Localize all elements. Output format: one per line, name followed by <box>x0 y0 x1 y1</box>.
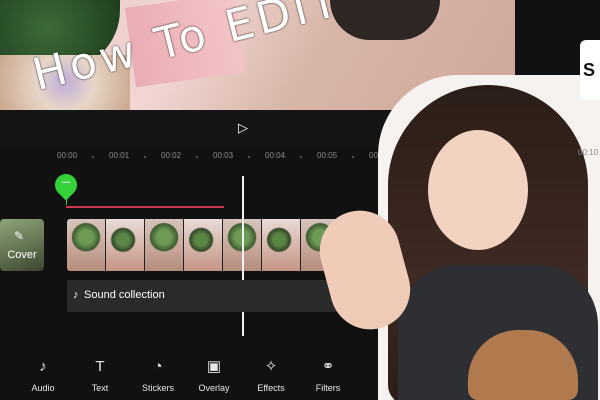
tool-effects[interactable]: ✧ Effects <box>246 357 296 393</box>
clip-frame <box>262 219 301 271</box>
tool-label: Overlay <box>198 383 230 393</box>
play-icon[interactable]: ▷ <box>235 120 251 136</box>
tick-5: 00:05 <box>317 151 338 160</box>
soil-pot-image <box>330 0 440 40</box>
clip-frame <box>106 219 145 271</box>
tick-4: 00:04 <box>265 151 286 160</box>
tick-dot <box>92 156 94 158</box>
clip-frame <box>184 219 223 271</box>
logo-glyph: S <box>583 60 596 80</box>
tool-text[interactable]: T Text <box>75 357 125 393</box>
audio-waveform-line[interactable] <box>66 206 224 208</box>
filters-icon: ⚭ <box>321 358 335 375</box>
clip-frame <box>67 219 106 271</box>
tick-dot <box>352 156 354 158</box>
music-note-icon: ♪ <box>39 358 47 375</box>
marker-stem <box>66 195 67 205</box>
face-shape <box>428 130 528 250</box>
tool-label: Text <box>91 383 109 393</box>
sticker-icon: ◔ <box>153 358 163 375</box>
marker-label: ••••• <box>61 180 71 186</box>
tool-stickers[interactable]: ◔ Stickers <box>133 357 183 393</box>
overlay-icon: ▣ <box>206 358 222 375</box>
sparkle-icon: ✧ <box>264 358 278 375</box>
tick-right: 00:10 <box>578 148 599 157</box>
tick-3: 00:03 <box>213 151 234 160</box>
text-icon: T <box>95 358 105 375</box>
playhead[interactable] <box>242 176 244 336</box>
cover-button[interactable]: ✎ Cover <box>0 219 44 271</box>
tick-dot <box>196 156 198 158</box>
tool-overlay[interactable]: ▣ Overlay <box>189 357 239 393</box>
cover-label: Cover <box>7 249 37 261</box>
presenter-photo <box>378 75 600 400</box>
clip-frame <box>145 219 184 271</box>
tick-dot <box>144 156 146 158</box>
tool-label: Audio <box>31 383 55 393</box>
tick-dot <box>248 156 250 158</box>
tool-filters[interactable]: ⚭ Filters <box>303 357 353 393</box>
tick-dot <box>300 156 302 158</box>
tool-label: Effects <box>257 383 285 393</box>
tick-2: 00:02 <box>161 151 182 160</box>
video-editor: ▷ How To EDIT 00:00 00:01 00:02 00:03 00… <box>0 0 600 400</box>
pencil-icon: ✎ <box>14 229 25 243</box>
sound-collection-label: Sound collection <box>84 289 165 301</box>
music-note-icon: ♪ <box>73 289 79 301</box>
tick-1: 00:01 <box>109 151 130 160</box>
tick-0: 00:00 <box>57 151 78 160</box>
app-logo: S <box>580 40 600 100</box>
tool-label: Stickers <box>141 383 174 393</box>
tool-audio[interactable]: ♪ Audio <box>18 357 68 393</box>
tool-label: Filters <box>315 383 341 393</box>
